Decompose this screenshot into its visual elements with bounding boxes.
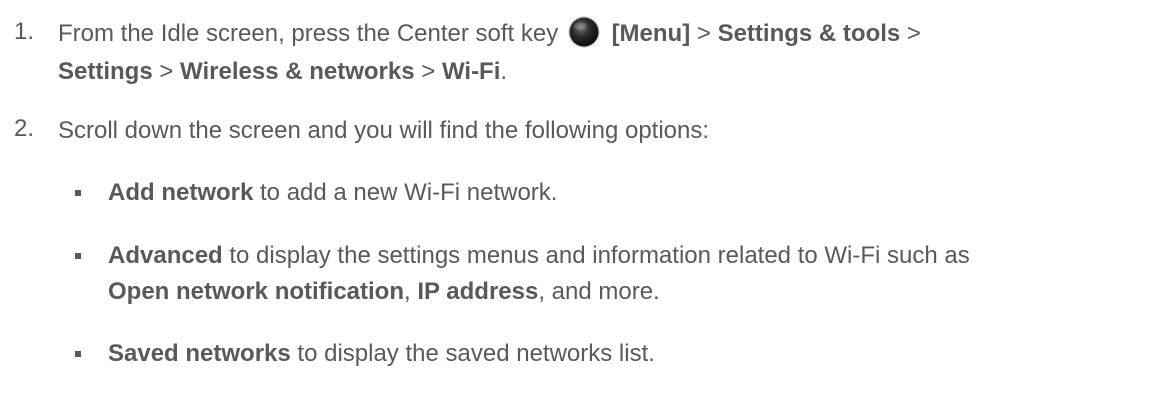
step-number: 2.: [14, 115, 35, 142]
option-term: Add network: [108, 179, 254, 206]
separator: >: [152, 58, 181, 85]
settings-label: Settings: [58, 58, 153, 85]
option-desc: to display the settings menus and inform…: [222, 242, 970, 269]
step-text: From the Idle screen, press the Center s…: [58, 15, 1142, 91]
step-number: 1.: [14, 18, 35, 45]
option-text: Add network to add a new Wi-Fi network.: [108, 175, 1146, 211]
wireless-networks-label: Wireless & networks: [180, 58, 415, 85]
period: .: [500, 58, 508, 85]
separator: >: [900, 20, 921, 47]
option-desc: to add a new Wi-Fi network.: [253, 179, 558, 206]
separator: >: [690, 20, 718, 47]
option-desc-more: , and more.: [538, 278, 660, 305]
center-soft-key-icon: [567, 16, 600, 48]
bullet-icon: [75, 351, 81, 357]
option-term-ip-address: IP address: [417, 278, 539, 305]
bullet-icon: [75, 253, 81, 259]
settings-tools-label: Settings & tools: [717, 20, 901, 47]
wifi-label: Wi-Fi: [441, 58, 501, 85]
option-term: Saved networks: [108, 340, 291, 367]
instructions: 1. From the Idle screen, press the Cente…: [0, 0, 1166, 399]
bullet-icon: [75, 190, 81, 196]
option-desc: to display the saved networks list.: [290, 340, 655, 367]
menu-key-label: [Menu]: [611, 20, 691, 47]
step-1-intro: From the Idle screen, press the Center s…: [58, 20, 559, 47]
option-term-open-network-notification: Open network notification: [108, 278, 405, 305]
option-text: Advanced to display the settings menus a…: [108, 238, 1146, 310]
step-text: Scroll down the screen and you will find…: [58, 117, 710, 144]
separator: >: [414, 58, 442, 85]
option-separator: ,: [404, 278, 418, 305]
option-term: Advanced: [108, 242, 223, 269]
option-text: Saved networks to display the saved netw…: [108, 336, 1146, 372]
